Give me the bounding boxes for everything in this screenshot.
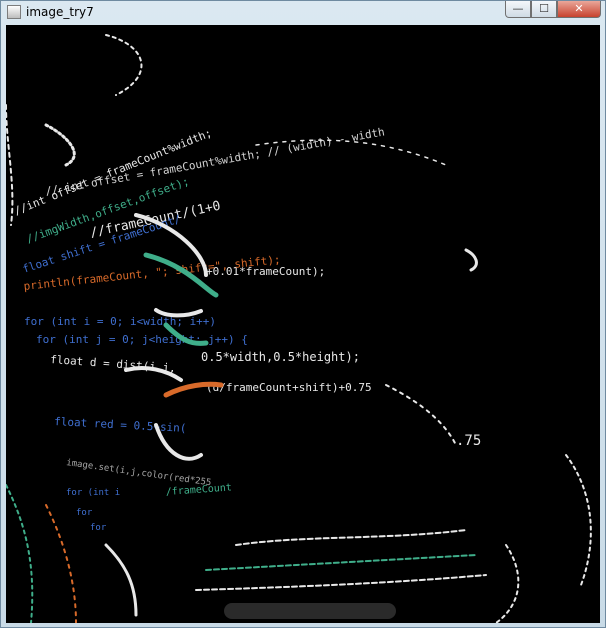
window-title: image_try7 [26,5,94,19]
code-fragment: for (int j = 0; j<height; j++) { [36,333,248,346]
code-fragment: for (int i = 0; i<width; i++) [24,315,216,328]
swirl-distortion [6,34,592,623]
code-fragment: for [90,523,107,533]
canvas-drawing: // int offset = frameCount%width; // (wi… [6,34,592,623]
close-button[interactable]: ✕ [557,1,601,18]
render-canvas[interactable]: // int offset = frameCount%width; // (wi… [6,25,600,623]
code-fragment: float red = 0.5+sin( [54,415,187,435]
code-fragment: (d/frameCount+shift)+0.75 [206,381,372,394]
minimize-button[interactable]: — [505,1,531,18]
code-fragment: image.set(i,j,color(red*255 [66,458,212,488]
code-fragment: .75 [456,433,481,449]
window-controls: — ☐ ✕ [505,1,601,19]
bottom-handle[interactable] [224,603,396,619]
title-bar[interactable]: image_try7 — ☐ ✕ [1,1,605,23]
code-fragment: // int offset = frameCount%width; // (wi… [44,125,385,198]
code-fragment: for [76,508,93,518]
code-fragment: for (int i [66,488,120,498]
maximize-button[interactable]: ☐ [531,1,557,18]
code-fragment: 0.5*width,0.5*height); [201,350,360,364]
app-icon [7,5,21,19]
app-window: image_try7 — ☐ ✕ // int offset = frameCo… [0,0,606,628]
